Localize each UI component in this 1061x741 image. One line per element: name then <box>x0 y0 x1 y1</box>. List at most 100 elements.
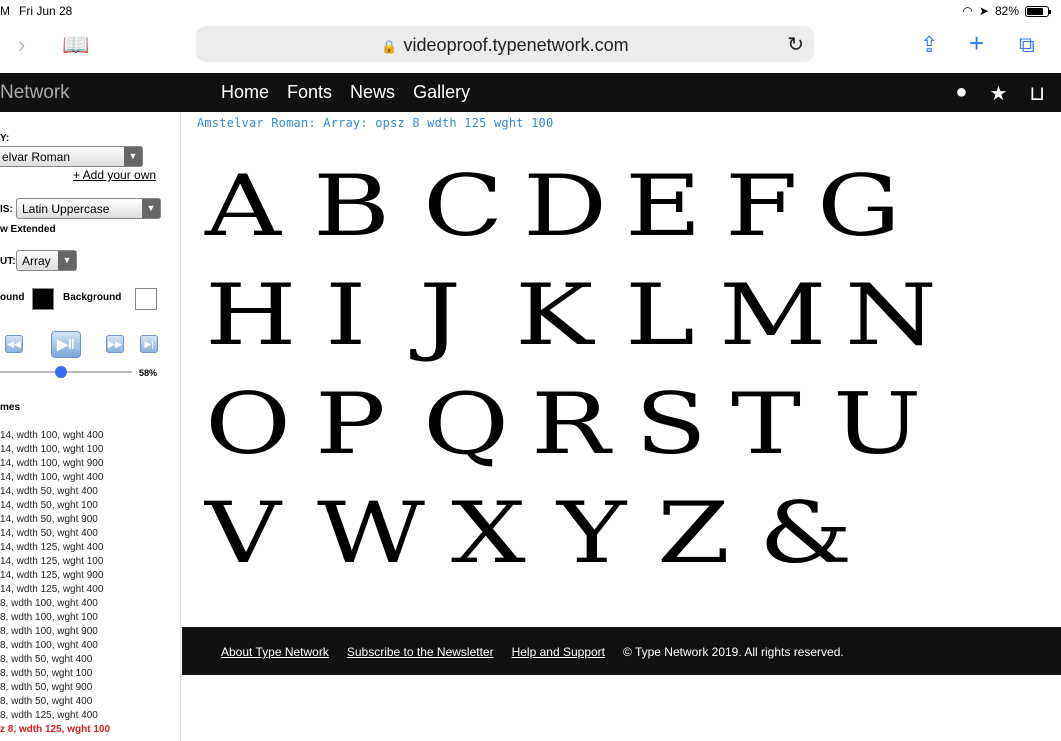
glyph: W <box>317 484 425 582</box>
keyframe-item[interactable]: 8, wdth 125, wght 400 <box>0 710 180 724</box>
layout-select[interactable]: Array ▼ <box>16 250 77 271</box>
nav-news[interactable]: News <box>350 82 395 103</box>
keyframe-item[interactable]: 8, wdth 50, wght 400 <box>0 696 180 710</box>
keyframe-item[interactable]: 14, wdth 125, wght 400 <box>0 542 180 556</box>
show-extended-label[interactable]: w Extended <box>0 224 56 235</box>
glyph: J <box>419 266 462 364</box>
keyframes-list: 14, wdth 100, wght 400 14, wdth 100, wgh… <box>0 430 180 738</box>
keyframe-item[interactable]: 14, wdth 100, wght 900 <box>0 458 180 472</box>
glyph: E <box>625 157 702 255</box>
layout-value: Array <box>22 254 51 268</box>
glyph: U <box>833 375 922 473</box>
browser-toolbar: › 📖 🔒 videoproof.typenetwork.com ↻ ⇪ + ⧉ <box>0 22 1061 72</box>
share-icon[interactable]: ⇪ <box>920 32 938 58</box>
header-icons: ● ★ ⊔ <box>955 81 1045 106</box>
nav-home[interactable]: Home <box>221 82 269 103</box>
keyframe-item[interactable]: 14, wdth 50, wght 400 <box>0 486 180 500</box>
keyframes-heading: mes <box>0 402 21 413</box>
chevron-down-icon: ▼ <box>142 199 160 218</box>
nav-fonts[interactable]: Fonts <box>287 82 332 103</box>
play-pause-button[interactable]: ▶‖ <box>51 331 81 358</box>
wifi-icon: ◠ <box>962 4 973 18</box>
tabs-icon[interactable]: ⧉ <box>1019 32 1035 58</box>
new-tab-icon[interactable]: + <box>969 28 984 59</box>
keyframe-item[interactable]: 14, wdth 50, wght 100 <box>0 500 180 514</box>
keyframe-item[interactable]: 8, wdth 100, wght 400 <box>0 598 180 612</box>
glyph: B <box>313 157 391 255</box>
keyframe-item[interactable]: 8, wdth 50, wght 100 <box>0 668 180 682</box>
lock-icon: 🔒 <box>381 39 398 54</box>
footer-about-link[interactable]: About Type Network <box>221 645 329 659</box>
layout-label: UT: <box>0 256 16 267</box>
glyph: T <box>731 375 802 473</box>
keyframe-item[interactable]: 14, wdth 50, wght 400 <box>0 528 180 542</box>
location-icon: ➤ <box>978 4 989 18</box>
keyframe-item[interactable]: z 8, wdth 125, wght 100 <box>0 724 180 738</box>
bookmarks-icon[interactable]: 📖 <box>62 32 89 58</box>
foreground-color-swatch[interactable] <box>32 288 54 310</box>
keyframe-item[interactable]: 14, wdth 50, wght 900 <box>0 514 180 528</box>
glyph: P <box>315 375 386 473</box>
site-footer: About Type Network Subscribe to the News… <box>182 627 1061 675</box>
keyframe-item[interactable]: 8, wdth 100, wght 400 <box>0 640 180 654</box>
glyph: M <box>719 266 827 364</box>
background-color-swatch[interactable] <box>135 288 157 310</box>
glyph: D <box>523 157 608 255</box>
font-family-select[interactable]: elvar Roman ▼ <box>0 146 143 167</box>
footer-newsletter-link[interactable]: Subscribe to the Newsletter <box>347 645 494 659</box>
glyph: A <box>205 157 281 255</box>
glyph-set-select[interactable]: Latin Uppercase ▼ <box>16 198 161 219</box>
family-label: Y: <box>0 133 10 144</box>
favorites-icon[interactable]: ★ <box>989 81 1007 106</box>
keyframe-item[interactable]: 14, wdth 125, wght 900 <box>0 570 180 584</box>
status-right: ◠ ➤ 82% <box>962 4 1051 18</box>
status-date: Fri Jun 28 <box>19 4 73 18</box>
battery-fill <box>1027 7 1043 15</box>
battery-icon <box>1025 5 1051 17</box>
glyph: S <box>635 375 707 473</box>
font-family-value: elvar Roman <box>2 150 71 164</box>
keyframe-item[interactable]: 14, wdth 100, wght 400 <box>0 430 180 444</box>
skip-end-icon[interactable]: ▶| <box>140 335 158 353</box>
rewind-icon[interactable]: ◀◀ <box>5 335 23 353</box>
timeline-percent: 58% <box>139 368 158 378</box>
glyph: Z <box>657 484 730 582</box>
glyph: I <box>325 266 367 364</box>
nav-gallery[interactable]: Gallery <box>413 82 470 103</box>
address-bar[interactable]: 🔒 videoproof.typenetwork.com ↻ <box>196 26 814 62</box>
keyframe-item[interactable]: 14, wdth 100, wght 100 <box>0 444 180 458</box>
controls-sidebar: Y: elvar Roman ▼ + Add your own IS: Lati… <box>0 112 181 741</box>
keyframe-item[interactable]: 8, wdth 100, wght 900 <box>0 626 180 640</box>
battery-percent: 82% <box>994 4 1019 18</box>
glyphs-label: IS: <box>0 204 13 215</box>
glyph: F <box>725 157 798 255</box>
keyframe-item[interactable]: 8, wdth 50, wght 900 <box>0 682 180 696</box>
glyph: & <box>759 484 853 582</box>
add-your-own-link[interactable]: + Add your own <box>73 168 156 182</box>
glyph: O <box>205 375 292 473</box>
keyframe-item[interactable]: 14, wdth 100, wght 400 <box>0 472 180 486</box>
glyph: X <box>451 484 526 582</box>
background-label: Background <box>63 292 122 303</box>
keyframe-item[interactable]: 8, wdth 50, wght 400 <box>0 654 180 668</box>
glyph: K <box>515 266 594 364</box>
cart-icon[interactable]: ⊔ <box>1029 81 1045 106</box>
brand-logo[interactable]: Network <box>0 82 70 104</box>
reload-icon[interactable]: ↻ <box>787 32 804 57</box>
keyframe-item[interactable]: 8, wdth 100, wght 100 <box>0 612 180 626</box>
keyframe-item[interactable]: 14, wdth 125, wght 100 <box>0 556 180 570</box>
fast-forward-icon[interactable]: ▶▶ <box>106 335 124 353</box>
forward-icon[interactable]: › <box>18 32 25 58</box>
keyframe-item[interactable]: 14, wdth 125, wght 400 <box>0 584 180 598</box>
glyph: C <box>423 157 504 255</box>
foreground-label: ound <box>0 292 25 303</box>
status-bar: M Fri Jun 28 ◠ ➤ 82% <box>0 0 1061 22</box>
chevron-down-icon: ▼ <box>124 147 142 166</box>
footer-help-link[interactable]: Help and Support <box>512 645 605 659</box>
account-icon[interactable]: ● <box>955 81 967 106</box>
status-time: M <box>0 4 10 18</box>
instance-caption: Amstelvar Roman: Array: opsz 8 wdth 125 … <box>197 116 554 130</box>
site-header: Network Home Fonts News Gallery ● ★ ⊔ <box>0 73 1061 112</box>
url-text: videoproof.typenetwork.com <box>403 35 629 55</box>
timeline-slider-handle[interactable] <box>55 366 67 378</box>
